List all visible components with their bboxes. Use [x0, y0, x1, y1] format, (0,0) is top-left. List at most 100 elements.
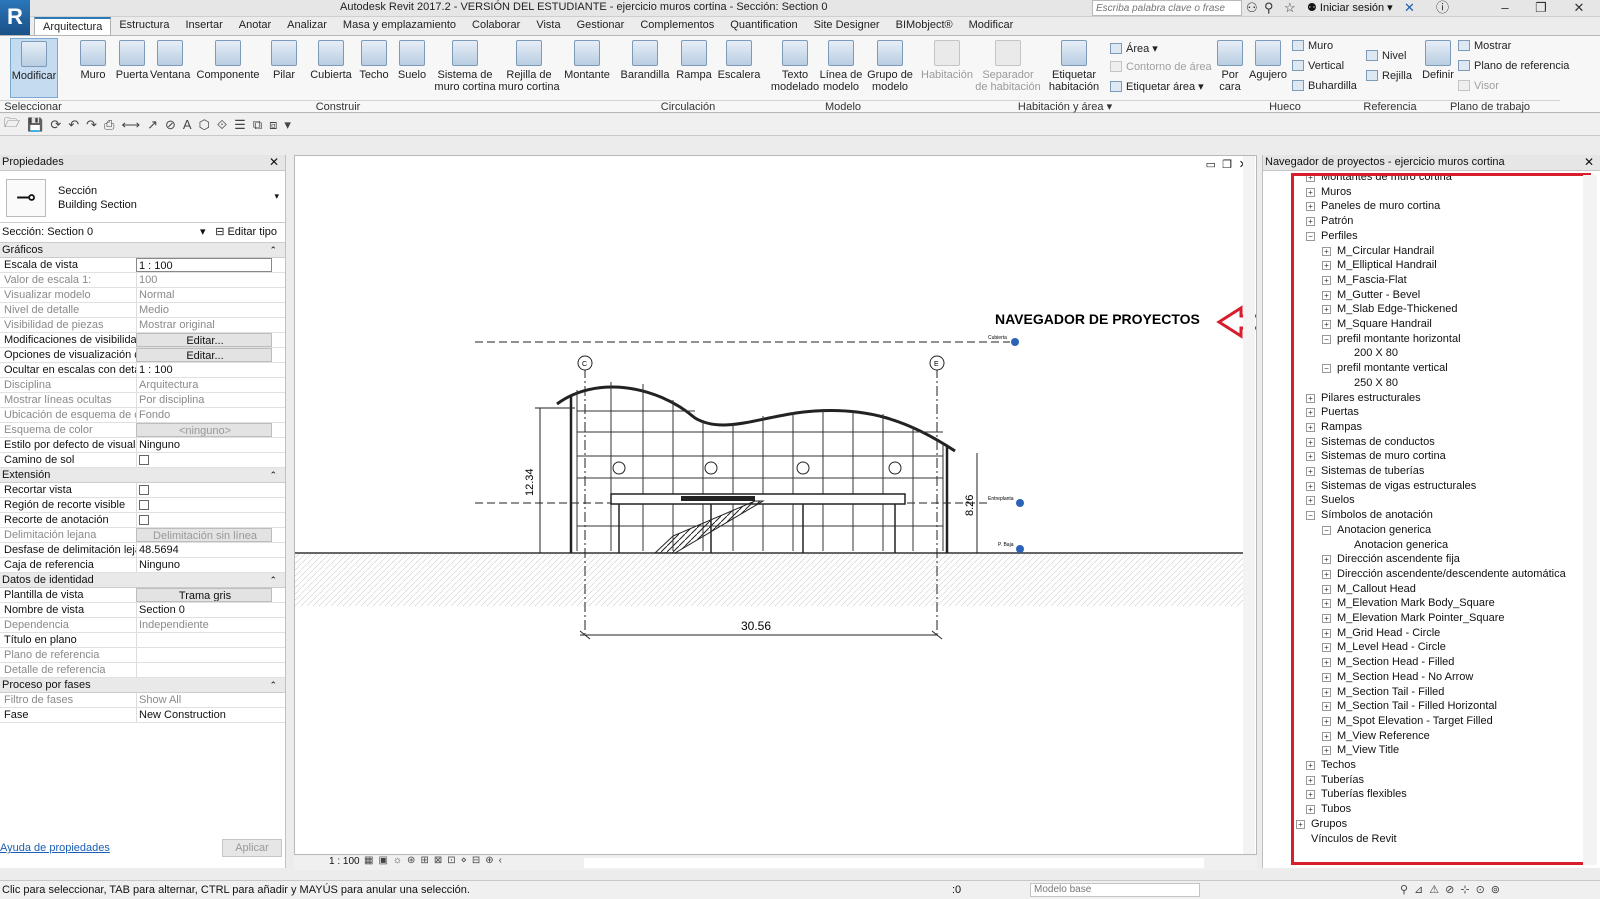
expand-icon[interactable]: + — [1306, 761, 1315, 770]
expand-icon[interactable]: + — [1306, 202, 1315, 212]
customize-icon[interactable]: ▾ — [284, 117, 291, 133]
instance-filter[interactable]: Sección: Section 0 ▾ ⊟ Editar tipo — [0, 223, 285, 243]
browser-node[interactable]: + M_Section Tail - Filled Horizontal — [1322, 699, 1497, 714]
drawing-view[interactable]: ▭ ❐ ✕ Cubierta Entreplanta P. Baja C E — [294, 155, 1257, 855]
browser-node[interactable]: + Rampas — [1306, 420, 1362, 435]
property-value[interactable] — [136, 453, 272, 467]
collapse-icon[interactable]: ⌃ — [269, 573, 277, 587]
collapse-icon[interactable]: − — [1322, 525, 1331, 535]
browser-node[interactable]: + M_Section Head - Filled — [1322, 655, 1454, 670]
close-hidden-icon[interactable]: ⧉ — [253, 117, 262, 133]
tab-site-designer[interactable]: Site Designer — [806, 17, 888, 35]
tab-anotar[interactable]: Anotar — [231, 17, 279, 35]
type-selector[interactable]: ⊸ Sección Building Section ▾ — [0, 171, 285, 223]
grid-button[interactable]: Rejilla — [1366, 70, 1412, 82]
browser-node[interactable]: + Paneles de muro cortina — [1306, 199, 1440, 214]
help-icon[interactable]: ⓘ — [1436, 0, 1449, 16]
switch-windows-icon[interactable]: ⧈ — [269, 117, 277, 133]
stair[interactable] — [653, 500, 765, 554]
expand-icon[interactable]: + — [1306, 408, 1315, 418]
collapse-icon[interactable]: ⌃ — [269, 468, 277, 482]
minimize-button[interactable]: – — [1491, 0, 1519, 17]
browser-node[interactable]: + Dirección ascendente fija — [1322, 552, 1460, 567]
browser-node[interactable]: Vínculos de Revit — [1296, 832, 1397, 847]
checkbox[interactable] — [139, 485, 149, 495]
close-icon[interactable]: ✕ — [1584, 155, 1594, 170]
tab-complementos[interactable]: Complementos — [632, 17, 722, 35]
property-value[interactable]: 48.5694 — [136, 543, 272, 557]
browser-node[interactable]: + M_Grid Head - Circle — [1322, 626, 1440, 641]
tab-estructura[interactable]: Estructura — [111, 17, 177, 35]
expand-icon[interactable]: + — [1296, 819, 1305, 829]
expand-icon[interactable]: + — [1306, 467, 1315, 476]
model-line-button[interactable]: Línea de modelo — [818, 38, 864, 98]
browser-node[interactable]: + Techos — [1306, 758, 1356, 773]
exchange-icon[interactable]: ✕ — [1404, 0, 1415, 16]
browser-node[interactable]: 200 X 80 — [1338, 346, 1398, 361]
tab-gestionar[interactable]: Gestionar — [569, 17, 633, 35]
chevron-down-icon[interactable]: ▾ — [200, 223, 206, 242]
close-window-button[interactable]: ✕ — [1565, 0, 1593, 17]
area-button[interactable]: Área ▾ — [1110, 42, 1158, 55]
browser-node[interactable]: + Sistemas de tuberías — [1306, 464, 1424, 479]
properties-help-link[interactable]: Ayuda de propiedades — [0, 842, 110, 854]
browser-node[interactable]: + M_Elevation Mark Body_Square — [1322, 596, 1495, 611]
room-button[interactable]: Habitación — [920, 38, 974, 98]
property-value[interactable]: Ninguno — [136, 438, 272, 452]
property-value[interactable] — [136, 633, 272, 647]
expand-icon[interactable]: + — [1306, 176, 1315, 182]
section-header[interactable]: Proceso por fases ⌃ — [0, 678, 285, 693]
property-value[interactable]: New Construction — [136, 708, 272, 722]
browser-node[interactable]: − Anotacion generica — [1322, 523, 1431, 538]
wall-opening-button[interactable]: Muro — [1292, 40, 1333, 52]
browser-node[interactable]: + M_View Reference — [1322, 729, 1430, 744]
mullion-button[interactable]: Montante — [562, 38, 612, 98]
tab-colaborar[interactable]: Colaborar — [464, 17, 528, 35]
tab-insertar[interactable]: Insertar — [177, 17, 230, 35]
browser-node[interactable]: + Sistemas de conductos — [1306, 435, 1435, 450]
browser-node[interactable]: + Patrón — [1306, 214, 1353, 229]
expand-icon[interactable]: + — [1322, 628, 1331, 638]
tab-masa-y-emplazamiento[interactable]: Masa y emplazamiento — [335, 17, 464, 35]
model-text-button[interactable]: Texto modelado — [770, 38, 820, 98]
browser-node[interactable]: + M_Spot Elevation - Target Filled — [1322, 714, 1493, 729]
section-header[interactable]: Datos de identidad ⌃ — [0, 573, 285, 588]
browser-node[interactable]: + M_Circular Handrail — [1322, 244, 1434, 259]
expand-icon[interactable]: + — [1306, 422, 1315, 432]
property-value[interactable] — [136, 513, 272, 527]
browser-node[interactable]: − prefil montante horizontal — [1322, 332, 1461, 347]
curved-roof[interactable] — [556, 385, 956, 453]
expand-icon[interactable]: + — [1322, 275, 1331, 285]
star-icon[interactable]: ☆ — [1284, 0, 1296, 16]
browser-node[interactable]: + Suelos — [1306, 493, 1355, 508]
browser-node[interactable]: + Tuberías — [1306, 773, 1364, 788]
browser-scrollbar[interactable] — [1583, 175, 1597, 865]
property-value[interactable]: Section 0 — [136, 603, 272, 617]
modify-button[interactable]: Modificar — [10, 38, 58, 98]
browser-node[interactable]: + M_Gutter - Bevel — [1322, 288, 1420, 303]
collapse-icon[interactable]: ⌃ — [269, 678, 277, 692]
tag-room-button[interactable]: Etiquetar habitación — [1044, 38, 1104, 98]
revit-logo-button[interactable]: R — [0, 0, 30, 36]
view-scrollbar-vertical[interactable] — [1243, 156, 1255, 854]
collapse-icon[interactable]: − — [1306, 231, 1315, 241]
expand-icon[interactable]: + — [1322, 584, 1331, 594]
property-value[interactable]: 1 : 100 — [136, 363, 272, 377]
expand-icon[interactable]: + — [1306, 217, 1315, 227]
section-icon[interactable]: ⟐ — [217, 117, 227, 133]
workset-selector[interactable]: Modelo base — [1030, 883, 1200, 897]
browser-node[interactable]: − prefil montante vertical — [1322, 361, 1448, 376]
ramp-button[interactable]: Rampa — [674, 38, 714, 98]
apply-button[interactable]: Aplicar — [222, 839, 282, 857]
expand-icon[interactable]: + — [1306, 496, 1315, 506]
browser-node[interactable]: + M_Callout Head — [1322, 582, 1416, 597]
checkbox[interactable] — [139, 455, 149, 465]
tab-bimobject-[interactable]: BIMobject® — [888, 17, 961, 35]
tab-modificar[interactable]: Modificar — [961, 17, 1022, 35]
edit-type-button[interactable]: ⊟ Editar tipo — [215, 223, 277, 242]
close-icon[interactable]: ✕ — [269, 155, 279, 170]
browser-node[interactable]: + Muros — [1306, 185, 1352, 200]
browser-node[interactable]: + Sistemas de vigas estructurales — [1306, 479, 1476, 494]
column-button[interactable]: Pilar — [268, 38, 300, 98]
browser-node[interactable]: + M_Section Tail - Filled — [1322, 685, 1444, 700]
